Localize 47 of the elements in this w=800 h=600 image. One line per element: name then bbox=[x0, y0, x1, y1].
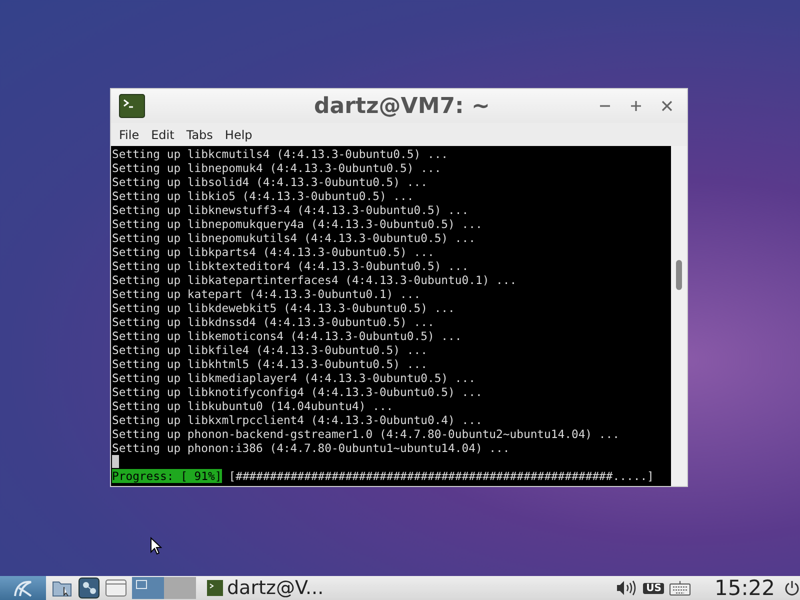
maximize-icon[interactable] bbox=[630, 100, 642, 112]
terminal-line: Setting up libkubuntu0 (14.04ubuntu4) ... bbox=[112, 399, 394, 413]
workspace-button[interactable] bbox=[132, 577, 164, 599]
terminal-line: Setting up libkxmlrpcclient4 (4:4.13.3-0ubuntu0.4) ... bbox=[112, 413, 484, 427]
volume-icon[interactable] bbox=[616, 580, 638, 596]
clock: 15:22 bbox=[714, 576, 775, 600]
terminal-line: Setting up libsolid4 (4:4.13.3-0ubuntu0.5) ... bbox=[112, 175, 428, 189]
terminal-line: Setting up libkio5 (4:4.13.3-0ubuntu0.5) ... bbox=[112, 189, 415, 203]
start-menu-button[interactable] bbox=[0, 576, 46, 600]
keyboard-layout-indicator[interactable]: US bbox=[643, 582, 664, 594]
terminal-line: Setting up libkfile4 (4:4.13.3-0ubuntu0.5) ... bbox=[112, 343, 428, 357]
terminal-line: Setting up libkdewebkit5 (4:4.13.3-0ubuntu0.5) ... bbox=[112, 301, 456, 315]
terminal-icon bbox=[119, 94, 145, 118]
terminal-line: Setting up libkcmutils4 (4:4.13.3-0ubuntu0.5) ... bbox=[112, 147, 450, 161]
keyboard-icon[interactable] bbox=[669, 580, 692, 596]
terminal-line: Setting up phonon-backend-gstreamer1.0 (4:4.7.80-0ubuntu2~ubuntu14.04) ... bbox=[112, 427, 620, 441]
menu-item[interactable]: Tabs bbox=[180, 126, 219, 144]
terminal-line: Setting up libnepomukquery4a (4:4.13.3-0ubuntu0.5) ... bbox=[112, 217, 484, 231]
power-icon[interactable] bbox=[784, 580, 800, 596]
window-icon[interactable] bbox=[105, 578, 127, 598]
progress-label: Progress: [ 91%] bbox=[112, 469, 222, 483]
terminal-line: Setting up libkhtml5 (4:4.13.3-0ubuntu0.5) ... bbox=[112, 357, 428, 371]
menu-item[interactable]: Help bbox=[218, 126, 258, 144]
terminal-line: Setting up libkdnssd4 (4:4.13.3-0ubuntu0.5) ... bbox=[112, 315, 436, 329]
close-icon[interactable] bbox=[661, 100, 673, 112]
scrollbar[interactable] bbox=[671, 146, 687, 486]
terminal-line: Setting up libknewstuff3-4 (4:4.13.3-0ubuntu0.5) ... bbox=[112, 203, 470, 217]
progress-bar-text: [#######################################################.....] bbox=[228, 469, 654, 483]
menu-item[interactable]: File bbox=[113, 126, 146, 144]
terminal-line: Setting up libknotifyconfig4 (4:4.13.3-0ubuntu0.5) ... bbox=[112, 385, 484, 399]
terminal-line: Setting up libkatepartinterfaces4 (4:4.13.3-0ubuntu0.1) ... bbox=[112, 273, 518, 287]
terminal-line: Setting up libktexteditor4 (4:4.13.3-0ubuntu0.5) ... bbox=[112, 259, 470, 273]
terminal-line: Setting up libkemoticons4 (4:4.13.3-0ubuntu0.5) ... bbox=[112, 329, 463, 343]
scrollbar-thumb[interactable] bbox=[676, 260, 682, 290]
taskbar-task[interactable]: dartz@V... bbox=[201, 577, 330, 599]
terminal-icon bbox=[207, 580, 223, 596]
bird-logo-icon bbox=[12, 578, 34, 598]
window-title: dartz@VM7: ~ bbox=[313, 94, 491, 118]
terminal-line: Setting up libkparts4 (4:4.13.3-0ubuntu0.5) ... bbox=[112, 245, 436, 259]
terminal-line: Setting up katepart (4:4.13.3-0ubuntu0.1) ... bbox=[112, 287, 422, 301]
network-icon[interactable] bbox=[78, 577, 100, 599]
terminal-line: Setting up libkmediaplayer4 (4:4.13.3-0ubuntu0.5) ... bbox=[112, 371, 476, 385]
terminal-line: Setting up phonon:i386 (4:4.7.80-0ubuntu1~ubuntu14.04) ... bbox=[112, 441, 511, 455]
terminal-line: Setting up libnepomuk4 (4:4.13.3-0ubuntu0.5) ... bbox=[112, 161, 442, 175]
menu-item[interactable]: Edit bbox=[145, 126, 180, 144]
mouse-pointer-icon bbox=[150, 537, 162, 555]
terminal-line: Setting up libnepomukutils4 (4:4.13.3-0ubuntu0.5) ... bbox=[112, 231, 476, 245]
